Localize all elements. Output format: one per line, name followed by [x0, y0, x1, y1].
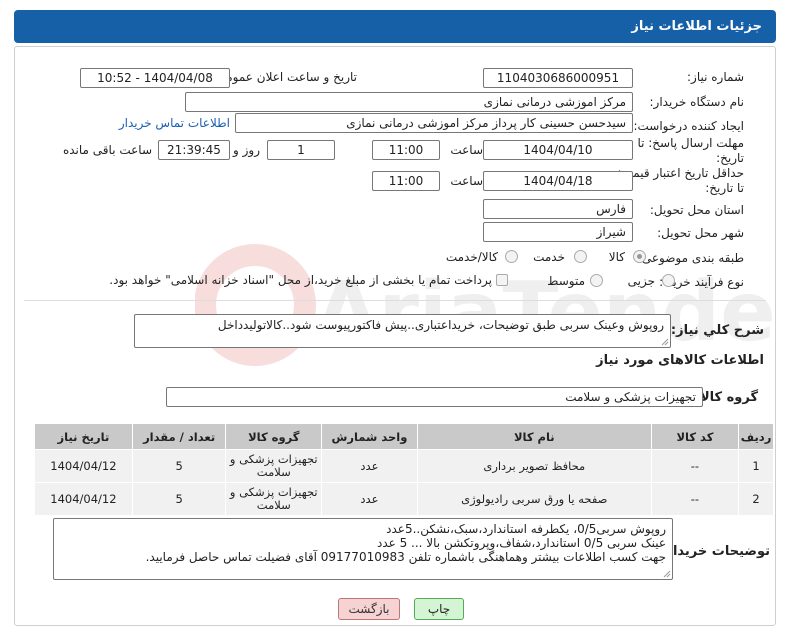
category-service-radio[interactable] [574, 250, 587, 263]
print-button[interactable]: چاپ [414, 598, 464, 620]
goods-table: ردیف کد کالا نام کالا واحد شمارش گروه کا… [34, 423, 774, 516]
goods-section-title: اطلاعات کالاهای مورد نیاز [596, 353, 764, 368]
category-goods-label: کالا [608, 250, 625, 264]
process-medium-label: متوسط [547, 274, 585, 288]
cell-group: تجهیزات پزشکی و سلامت [225, 482, 323, 516]
category-goods-radio[interactable] [633, 250, 646, 263]
resize-handle-icon[interactable] [663, 570, 671, 578]
col-unit: واحد شمارش [321, 423, 418, 450]
reply-time-field: 11:00 [372, 140, 440, 160]
category-service-label: خدمت [533, 250, 565, 264]
resize-handle-icon[interactable] [661, 338, 669, 346]
announce-label: تاریخ و ساعت اعلان عمومی: [212, 70, 357, 84]
process-minor-radio[interactable] [662, 274, 675, 287]
description-textarea[interactable]: روپوش وعینک سربی طبق توضیحات، خریداعتبار… [134, 314, 671, 348]
days-remaining-field: 1 [267, 140, 335, 160]
cell-date: 1404/04/12 [34, 482, 133, 516]
cell-code: -- [650, 449, 740, 483]
description-label: شرح کلي نياز: [670, 323, 764, 338]
col-date: تاریخ نیاز [34, 423, 133, 450]
buyer-notes-line: روپوش سربی0/5، یکطرفه استاندارد،سبک،نشکن… [386, 522, 666, 536]
city-field: شیراز [483, 222, 633, 242]
col-name: نام کالا [416, 423, 652, 450]
days-label: روز و [233, 143, 260, 157]
buyer-org-field: مرکز اموزشی درمانی نمازی [185, 92, 633, 112]
table-row: 1 -- محافظ تصویر برداری عدد تجهیزات پزشک… [34, 449, 774, 483]
requester-label: ایجاد کننده درخواست: [633, 119, 744, 133]
announce-datetime-field: 1404/04/08 - 10:52 [80, 68, 230, 88]
separator [24, 300, 766, 301]
province-field: فارس [483, 199, 633, 219]
validity-time-label: ساعت [450, 174, 483, 188]
reply-date-field: 1404/04/10 [483, 140, 633, 160]
buyer-contact-link[interactable]: اطلاعات تماس خریدار [119, 116, 230, 130]
cell-name: صفحه یا ورق سربی رادیولوژی [416, 482, 652, 516]
time-remaining-field: 21:39:45 [158, 140, 230, 160]
cell-qty: 5 [131, 449, 227, 483]
cell-row: 2 [738, 482, 774, 516]
treasury-payment-note: پرداخت تمام یا بخشی از مبلغ خرید،از محل … [109, 273, 492, 287]
city-label: شهر محل تحویل: [657, 226, 744, 240]
need-number-label: شماره نیاز: [687, 70, 744, 84]
validity-time-field: 11:00 [372, 171, 440, 191]
province-label: استان محل تحویل: [649, 203, 744, 217]
page-header: جزئیات اطلاعات نیاز [14, 10, 776, 43]
cell-row: 1 [738, 449, 774, 483]
buyer-notes-line: جهت کسب اطلاعات بیشتر وهماهنگی باشماره ت… [145, 550, 666, 564]
treasury-payment-checkbox[interactable] [496, 274, 508, 286]
goods-group-field: تجهیزات پزشکی و سلامت [166, 387, 703, 407]
cell-name: محافظ تصویر برداری [416, 449, 652, 483]
table-row: 2 -- صفحه یا ورق سربی رادیولوژی عدد تجهی… [34, 482, 774, 516]
category-goods-service-radio[interactable] [505, 250, 518, 263]
cell-date: 1404/04/12 [34, 449, 133, 483]
buyer-notes-line: عینک سربی 0/5 استاندارد،شفاف،وپروتکشن با… [376, 536, 666, 550]
reply-deadline-label: مهلت ارسال پاسخ: تا تاریخ: [637, 136, 744, 165]
page-title: جزئیات اطلاعات نیاز [631, 19, 762, 34]
col-group: گروه کالا [225, 423, 323, 450]
need-number-field: 1104030686000951 [483, 68, 633, 88]
cell-unit: عدد [321, 482, 418, 516]
goods-group-label: گروه کالا: [694, 390, 758, 405]
col-row: ردیف [738, 423, 774, 450]
category-goods-service-label: کالا/خدمت [445, 250, 498, 264]
validity-label: حداقل تاریخ اعتبار قیمت: تا تاریخ: [617, 166, 744, 195]
category-label: طبقه بندی موضوعی: [637, 251, 744, 265]
buyer-notes-label: توضیحات خریدار: [660, 544, 770, 559]
col-qty: تعداد / مقدار [131, 423, 227, 450]
process-minor-label: جزیی [627, 274, 655, 288]
reply-time-label: ساعت [450, 143, 483, 157]
cell-group: تجهیزات پزشکی و سلامت [225, 449, 323, 483]
buyer-org-label: نام دستگاه خریدار: [649, 95, 745, 109]
buyer-notes-textarea[interactable]: روپوش سربی0/5، یکطرفه استاندارد،سبک،نشکن… [53, 518, 673, 580]
col-code: کد کالا [650, 423, 740, 450]
cell-qty: 5 [131, 482, 227, 516]
requester-field: سیدحسن حسینی کار پرداز مرکز اموزشی درمان… [235, 113, 633, 133]
validity-date-field: 1404/04/18 [483, 171, 633, 191]
cell-code: -- [650, 482, 740, 516]
remaining-label: ساعت باقی مانده [62, 143, 152, 157]
goods-table-header: ردیف کد کالا نام کالا واحد شمارش گروه کا… [34, 423, 774, 450]
description-text: روپوش وعینک سربی طبق توضیحات، خریداعتبار… [217, 318, 664, 332]
back-button[interactable]: بازگشت [338, 598, 400, 620]
process-medium-radio[interactable] [590, 274, 603, 287]
cell-unit: عدد [321, 449, 418, 483]
